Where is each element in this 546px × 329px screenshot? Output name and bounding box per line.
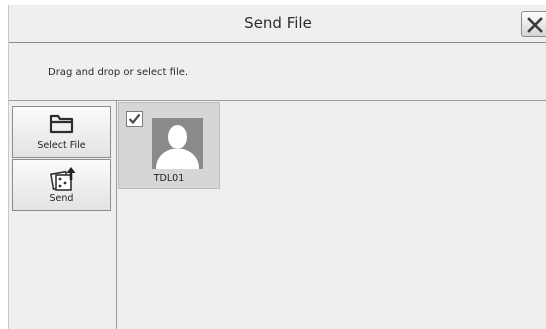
instruction-text: Drag and drop or select file. (48, 67, 189, 78)
folder-icon (49, 113, 75, 139)
send-label: Send (49, 193, 74, 204)
close-icon (527, 17, 543, 33)
sidebar: Select File Send (9, 101, 117, 329)
file-name: TDL01 (153, 173, 185, 184)
close-button[interactable] (521, 11, 546, 37)
select-file-button[interactable]: Select File (12, 106, 111, 158)
send-button[interactable]: Send (12, 159, 111, 211)
dialog-title: Send File (244, 14, 312, 32)
file-checkbox[interactable] (126, 111, 143, 127)
select-file-label: Select File (37, 140, 86, 151)
send-file-dialog: Send File Drag and drop or select file. … (8, 5, 546, 329)
file-item[interactable]: TDL01 (118, 102, 220, 189)
send-photos-icon (49, 166, 77, 196)
title-bar: Send File (9, 5, 546, 43)
user-avatar-icon (152, 118, 203, 169)
checkmark-icon (128, 113, 141, 125)
